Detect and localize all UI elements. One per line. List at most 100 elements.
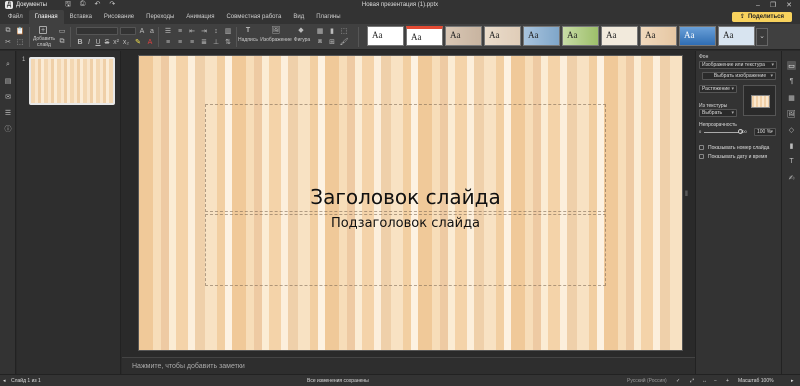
text-box-icon[interactable]: T bbox=[244, 26, 252, 34]
tab-view[interactable]: Вид bbox=[287, 10, 310, 24]
add-slide-button[interactable]: Добавить слайд bbox=[31, 36, 57, 48]
signature-settings-icon[interactable]: ✍ bbox=[787, 173, 796, 182]
subscript-icon[interactable]: x₂ bbox=[122, 38, 130, 46]
theme-thumbnail-8[interactable]: Aa bbox=[640, 26, 677, 46]
fit-width-icon[interactable]: ↔ bbox=[702, 378, 707, 384]
stretch-mode-select[interactable]: Растяжение bbox=[699, 85, 737, 93]
theme-thumbnail-10[interactable]: Aa bbox=[718, 26, 755, 46]
duplicate-icon[interactable]: ⧉ bbox=[58, 38, 66, 46]
text-box-button[interactable]: Надпись bbox=[236, 37, 260, 43]
tab-transitions[interactable]: Переходы bbox=[140, 10, 180, 24]
theme-thumbnail-5[interactable]: Aa bbox=[523, 26, 560, 46]
slides-icon[interactable]: ▤ bbox=[4, 77, 12, 85]
show-slide-number-checkbox[interactable] bbox=[699, 145, 704, 150]
app-logo[interactable]: Д Документы bbox=[5, 1, 47, 9]
strikethrough-icon[interactable]: S bbox=[103, 38, 111, 46]
print-icon[interactable]: ⎙ bbox=[80, 0, 86, 11]
text-direction-icon[interactable]: ⇅ bbox=[224, 38, 232, 46]
cut-icon[interactable]: ✂ bbox=[4, 38, 12, 46]
group-icon[interactable]: ⬚ bbox=[340, 27, 348, 35]
align-center-icon[interactable]: ≡ bbox=[176, 38, 184, 46]
select-image-button[interactable]: Выбрать изображение bbox=[702, 72, 776, 80]
chart-icon[interactable]: ▮ bbox=[328, 27, 336, 35]
highlight-icon[interactable]: ✎ bbox=[134, 38, 142, 46]
paste-icon[interactable]: 📋 bbox=[16, 27, 25, 35]
font-color-icon[interactable]: A bbox=[146, 38, 154, 46]
zoom-in-icon[interactable]: + bbox=[726, 378, 729, 384]
shape-button[interactable]: Фигура bbox=[292, 37, 312, 43]
align-right-icon[interactable]: ≡ bbox=[188, 38, 196, 46]
select-all-icon[interactable]: ⬚ bbox=[16, 38, 24, 46]
slide-canvas[interactable]: Заголовок слайда Подзаголовок слайда bbox=[138, 55, 683, 351]
shape-icon[interactable]: ◆ bbox=[297, 26, 305, 34]
tab-insert[interactable]: Вставка bbox=[64, 10, 98, 24]
copy-style-icon[interactable]: 🖌 bbox=[340, 38, 349, 46]
search-icon[interactable]: ⌕ bbox=[4, 61, 12, 69]
decrease-font-icon[interactable]: a bbox=[148, 27, 156, 35]
shape-settings-icon[interactable]: ◇ bbox=[787, 125, 796, 134]
theme-gallery-more-button[interactable]: ⌄ bbox=[756, 28, 768, 46]
align-objects-icon[interactable]: ⊞ bbox=[328, 38, 336, 46]
save-icon[interactable]: 🖫 bbox=[65, 0, 71, 11]
language-indicator[interactable]: Русский (Россия) bbox=[627, 378, 667, 384]
close-icon[interactable]: ✕ bbox=[786, 1, 792, 9]
superscript-icon[interactable]: x² bbox=[112, 38, 120, 46]
bold-icon[interactable]: B bbox=[76, 38, 84, 46]
decrease-indent-icon[interactable]: ⇤ bbox=[188, 27, 196, 35]
bullets-icon[interactable]: ☰ bbox=[164, 27, 172, 35]
image-icon[interactable]: 🖼 bbox=[272, 26, 281, 34]
tab-plugins[interactable]: Плагины bbox=[310, 10, 346, 24]
tab-draw[interactable]: Рисование bbox=[98, 10, 140, 24]
notes-area[interactable]: Нажмите, чтобы добавить заметки bbox=[122, 357, 695, 374]
image-button[interactable]: Изображение bbox=[260, 37, 292, 43]
undo-icon[interactable]: ↶ bbox=[95, 0, 101, 11]
arrange-icon[interactable]: ⧈ bbox=[316, 38, 324, 46]
chart-settings-icon[interactable]: ▮ bbox=[787, 141, 796, 150]
opacity-slider-track[interactable] bbox=[704, 132, 741, 133]
redo-icon[interactable]: ↷ bbox=[109, 0, 115, 11]
theme-thumbnail-2[interactable]: Aa bbox=[406, 26, 443, 46]
tab-home[interactable]: Главная bbox=[28, 10, 64, 24]
zoom-level[interactable]: Масштаб 100% bbox=[738, 378, 774, 384]
tab-file[interactable]: Файл bbox=[2, 10, 29, 24]
show-date-time-checkbox[interactable] bbox=[699, 154, 704, 159]
paragraph-settings-icon[interactable]: ¶ bbox=[787, 77, 796, 86]
italic-icon[interactable]: I bbox=[85, 38, 93, 46]
texture-select[interactable]: Выбрать bbox=[699, 109, 737, 117]
slide-title-placeholder[interactable]: Заголовок слайда bbox=[205, 104, 606, 212]
tab-animation[interactable]: Анимация bbox=[180, 10, 220, 24]
tab-collaboration[interactable]: Совместная работа bbox=[220, 10, 287, 24]
increase-indent-icon[interactable]: ⇥ bbox=[200, 27, 208, 35]
add-slide-icon[interactable]: + bbox=[39, 26, 47, 34]
info-icon[interactable]: ⓘ bbox=[4, 125, 12, 133]
line-spacing-icon[interactable]: ↕ bbox=[212, 27, 220, 35]
text-art-settings-icon[interactable]: T bbox=[787, 157, 796, 166]
underline-icon[interactable]: U bbox=[94, 38, 102, 46]
status-more-icon[interactable]: ▸ bbox=[791, 378, 794, 384]
columns-icon[interactable]: ▥ bbox=[224, 27, 232, 35]
numbering-icon[interactable]: ≡ bbox=[176, 27, 184, 35]
opacity-value-input[interactable]: 100 % bbox=[754, 128, 776, 136]
justify-icon[interactable]: ≣ bbox=[200, 38, 208, 46]
minimize-icon[interactable]: – bbox=[756, 2, 760, 9]
slide-thumbnail-1[interactable] bbox=[29, 57, 115, 105]
comments-icon[interactable]: ✉ bbox=[4, 93, 12, 101]
theme-thumbnail-9[interactable]: Aa bbox=[679, 26, 716, 46]
table-settings-icon[interactable]: ▦ bbox=[787, 93, 796, 102]
zoom-out-icon[interactable]: − bbox=[714, 378, 717, 384]
copy-icon[interactable]: ⧉ bbox=[4, 27, 12, 35]
font-size-select[interactable] bbox=[120, 27, 136, 35]
slide-settings-icon[interactable]: ▭ bbox=[787, 61, 796, 70]
fill-type-select[interactable]: Изображение или текстура bbox=[699, 61, 777, 69]
layout-icon[interactable]: ▭ bbox=[58, 27, 66, 35]
increase-font-icon[interactable]: A bbox=[138, 27, 146, 35]
chat-icon[interactable]: ☰ bbox=[4, 109, 12, 117]
spellcheck-icon[interactable]: ✓ bbox=[676, 378, 680, 384]
theme-thumbnail-7[interactable]: Aa bbox=[601, 26, 638, 46]
theme-thumbnail-4[interactable]: Aa bbox=[484, 26, 521, 46]
slide-subtitle-placeholder[interactable]: Подзаголовок слайда bbox=[205, 214, 606, 286]
share-button[interactable]: ⇪ Поделиться bbox=[731, 12, 792, 22]
theme-thumbnail-3[interactable]: Aa bbox=[445, 26, 482, 46]
fit-slide-icon[interactable]: ⤢ bbox=[690, 378, 694, 384]
theme-thumbnail-6[interactable]: Aa bbox=[562, 26, 599, 46]
